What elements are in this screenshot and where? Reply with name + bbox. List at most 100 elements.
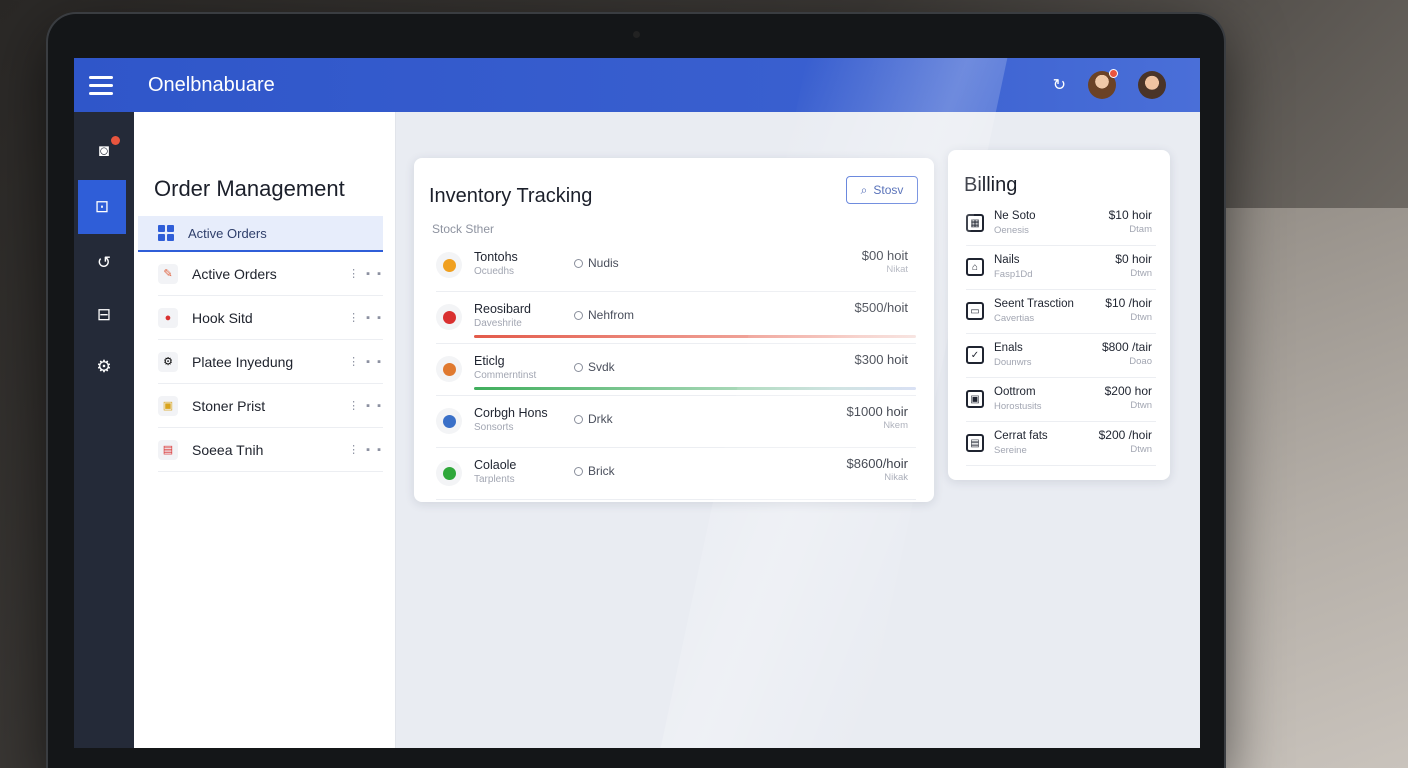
billing-card: Billing ▦ Ne Soto Oenesis $10 hoir Dtam ⌂ Nail…	[948, 150, 1170, 480]
product-name: Eticlg	[474, 354, 505, 368]
notification-badge	[1109, 69, 1118, 78]
product-name: Colaole	[474, 458, 517, 472]
sidebar-item-label: Platee Inyedung	[192, 353, 294, 370]
product-icon	[436, 460, 462, 486]
sidebar-item[interactable]: ▤ Soeea Tnih ⋮ ▪ ▪	[158, 428, 383, 472]
sidebar-item-active-orders[interactable]: Active Orders	[138, 216, 383, 252]
product-name: Reosibard	[474, 302, 531, 316]
sidebar-item[interactable]: ⚙ Platee Inyedung ⋮ ▪ ▪	[158, 340, 383, 384]
product-icon	[436, 356, 462, 382]
order-sidebar: Order Management Active Orders ✎ Active …	[134, 112, 396, 748]
billing-name: Cerrat fats	[994, 430, 1048, 442]
billing-price: $200 hor	[1104, 384, 1152, 398]
stock-status[interactable]: Drkk	[574, 412, 613, 426]
radio-icon	[574, 258, 583, 268]
billing-sub: Oenesis	[994, 225, 1029, 236]
billing-name: Enals	[994, 342, 1023, 354]
radio-icon	[574, 310, 583, 320]
billing-row[interactable]: ▤ Cerrat fats Sereine $200 /hoir Dtwn	[966, 422, 1156, 466]
billing-row[interactable]: ▦ Ne Soto Oenesis $10 hoir Dtam	[966, 202, 1156, 246]
stock-status[interactable]: Brick	[574, 464, 615, 478]
inventory-row[interactable]: Eticlg Commerntinst Svdk $300 hoit	[436, 344, 916, 396]
tag-icon: ✎	[158, 263, 178, 284]
billing-icon: ▦	[966, 214, 984, 232]
app-screen: Onelbnabuare ↻ ◙ ⊡ ↺ ⊟ ⚙ Order Managemen…	[74, 58, 1200, 748]
billing-price-sub: Dtwn	[1130, 312, 1152, 323]
billing-name: Ne Soto	[994, 210, 1036, 222]
square-icon[interactable]: ⊡	[78, 180, 126, 234]
radio-icon	[574, 362, 583, 372]
hamburger-icon[interactable]	[74, 58, 128, 112]
product-price: $300 hoit	[854, 352, 909, 367]
settings-icon[interactable]: ⚙	[74, 344, 134, 390]
app-title: Onelbnabuare	[148, 73, 275, 96]
billing-icon: ▣	[966, 390, 984, 408]
rotate-icon[interactable]: ↺	[74, 240, 134, 286]
sidebar-item-label: Active Orders	[188, 225, 267, 241]
billing-row[interactable]: ⌂ Nails Fasp1Dd $0 hoir Dtwn	[966, 246, 1156, 290]
billing-price: $10 hoir	[1108, 208, 1152, 222]
billing-name: Seent Trasction	[994, 298, 1074, 310]
page-title: Order Management	[154, 176, 345, 201]
billing-price-sub: Dtwn	[1130, 400, 1152, 411]
product-name: Corbgh Hons	[474, 406, 548, 420]
more-icon[interactable]: ⋮ ▪ ▪	[348, 267, 383, 280]
more-icon[interactable]: ⋮ ▪ ▪	[348, 355, 383, 368]
billing-row[interactable]: ✓ Enals Dounwrs $800 /tair Doao	[966, 334, 1156, 378]
billing-row[interactable]: ▭ Seent Trasction Cavertias $10 /hoir Dtwn	[966, 290, 1156, 334]
billing-sub: Fasp1Dd	[994, 269, 1033, 280]
more-icon[interactable]: ⋮ ▪ ▪	[348, 443, 383, 456]
product-price-sub: Nikat	[886, 264, 908, 275]
inventory-row[interactable]: Colaole Tarplents Brick $8600/hoir Nikak	[436, 448, 916, 500]
inventory-row[interactable]: Corbgh Hons Sonsorts Drkk $1000 hoir Nkem	[436, 396, 916, 448]
sidebar-item-label: Hook Sitd	[192, 309, 253, 326]
sidebar-item[interactable]: ▣ Stoner Prist ⋮ ▪ ▪	[158, 384, 383, 428]
camera-icon[interactable]: ◙	[74, 128, 134, 174]
billing-price-sub: Dtwn	[1130, 444, 1152, 455]
product-sub: Sonsorts	[474, 422, 514, 433]
sidebar-item-label: Active Orders	[192, 265, 277, 282]
product-dot	[442, 258, 456, 272]
billing-price: $800 /tair	[1101, 340, 1152, 354]
more-icon[interactable]: ⋮ ▪ ▪	[348, 399, 383, 412]
radio-icon	[574, 414, 583, 424]
laptop-frame: Onelbnabuare ↻ ◙ ⊡ ↺ ⊟ ⚙ Order Managemen…	[48, 14, 1224, 768]
product-name: Tontohs	[474, 250, 518, 264]
dot-icon: ●	[158, 307, 178, 328]
scan-icon[interactable]: ⊟	[74, 292, 134, 338]
sidebar-item[interactable]: ✎ Active Orders ⋮ ▪ ▪	[158, 252, 383, 296]
billing-price-sub: Dtam	[1129, 224, 1152, 235]
refresh-icon[interactable]: ↻	[1053, 75, 1066, 95]
product-price: $500/hoit	[854, 300, 909, 315]
avatar[interactable]	[1138, 71, 1166, 99]
avatar[interactable]	[1088, 69, 1118, 99]
product-dot	[442, 362, 456, 376]
stock-search-button[interactable]: ⌕ Stosv	[846, 176, 918, 204]
product-sub: Daveshrite	[474, 318, 522, 329]
billing-sub: Cavertias	[994, 313, 1035, 324]
product-price: $1000 hoir	[846, 404, 908, 419]
sidebar-item-label: Soeea Tnih	[192, 441, 264, 458]
stock-status[interactable]: Nehfrom	[574, 308, 634, 322]
billing-price: $0 hoir	[1115, 252, 1152, 266]
product-dot	[442, 414, 456, 428]
notification-badge	[111, 136, 120, 145]
inventory-card: Inventory Tracking ⌕ Stosv Stock Sther T…	[414, 158, 934, 502]
stock-status[interactable]: Svdk	[574, 360, 615, 374]
product-price-sub: Nikak	[884, 472, 908, 483]
billing-icon: ✓	[966, 346, 984, 364]
gear-icon: ⚙	[158, 351, 178, 372]
inventory-row[interactable]: Tontohs Ocuedhs Nudis $00 hoit Nikat	[436, 240, 916, 292]
inventory-title: Inventory Tracking	[429, 185, 593, 207]
billing-row[interactable]: ▣ Oottrom Horostusits $200 hor Dtwn	[966, 378, 1156, 422]
sidebar-item[interactable]: ● Hook Sitd ⋮ ▪ ▪	[158, 296, 383, 340]
product-price-sub: Nkem	[883, 420, 908, 431]
stock-status[interactable]: Nudis	[574, 256, 619, 270]
stock-status-label: Brick	[588, 464, 615, 478]
more-icon[interactable]: ⋮ ▪ ▪	[348, 311, 383, 324]
grid-icon	[158, 225, 174, 241]
search-icon: ⌕	[860, 182, 868, 197]
inventory-row[interactable]: Reosibard Daveshrite Nehfrom $500/hoit	[436, 292, 916, 344]
billing-price-sub: Doao	[1129, 356, 1152, 367]
icon-rail: ◙ ⊡ ↺ ⊟ ⚙	[74, 112, 134, 748]
